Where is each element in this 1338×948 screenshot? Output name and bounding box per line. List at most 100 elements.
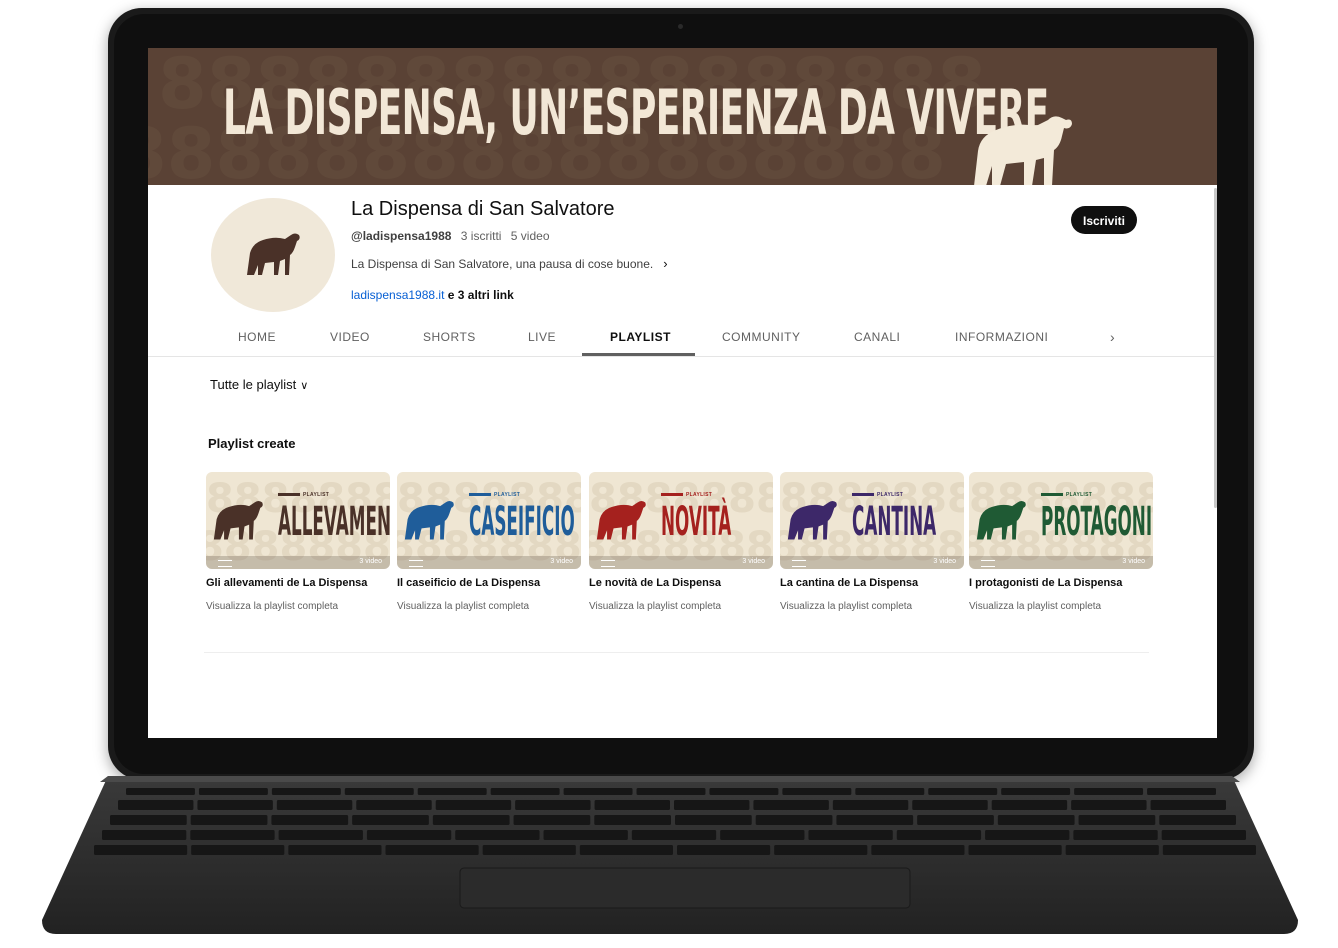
chevron-right-icon[interactable]: › — [1110, 329, 1115, 345]
thumbnail-title: ALLEVAMENTI — [278, 499, 390, 545]
keyboard-key — [482, 845, 576, 855]
keyboard-key — [1150, 800, 1226, 810]
playlist-card[interactable]: 88888888888888888888PLAYLISTNOVITÀ3 vide… — [589, 472, 773, 612]
playlist-thumbnail[interactable]: 88888888888888888888PLAYLISTPROTAGONISTI… — [969, 472, 1153, 569]
chevron-right-icon: › — [663, 256, 668, 271]
keyboard-key — [1065, 845, 1159, 855]
thumbnail-title: CANTINA — [852, 499, 937, 545]
keyboard-key — [755, 815, 833, 825]
playlist-overlay: 3 video — [397, 556, 581, 569]
channel-name: La Dispensa di San Salvatore — [351, 198, 615, 220]
more-links[interactable]: e 3 altri link — [448, 288, 514, 302]
channel-avatar[interactable] — [211, 198, 335, 312]
keyboard-key — [968, 845, 1062, 855]
website-link[interactable]: ladispensa1988.it — [351, 288, 444, 302]
channel-tabs: HOME VIDEO SHORTS LIVE PLAYLIST COMMUNIT… — [148, 322, 1217, 357]
keyboard-key — [435, 800, 512, 810]
playlist-card[interactable]: 88888888888888888888PLAYLISTCASEIFICIO3 … — [397, 472, 581, 612]
keyboard-key — [276, 800, 353, 810]
scrollbar[interactable] — [1214, 188, 1217, 508]
keyboard-key — [490, 788, 560, 795]
keyboard-key — [753, 800, 829, 810]
section-title: Playlist create — [208, 436, 296, 451]
playlist-tag: PLAYLIST — [852, 492, 903, 498]
channel-description[interactable]: La Dispensa di San Salvatore, una pausa … — [351, 256, 668, 271]
playlist-thumbnail[interactable]: 88888888888888888888PLAYLISTCASEIFICIO3 … — [397, 472, 581, 569]
keyboard-key — [636, 788, 706, 795]
active-tab-indicator — [582, 353, 695, 356]
keyboard-key — [997, 815, 1075, 825]
view-full-playlist-link[interactable]: Visualizza la playlist completa — [397, 601, 581, 612]
keyboard-key — [543, 830, 628, 840]
keyboard-key — [385, 845, 479, 855]
keyboard-key — [432, 815, 510, 825]
keyboard-key — [855, 788, 925, 795]
keyboard-key — [271, 788, 341, 795]
playlist-tag: PLAYLIST — [1041, 492, 1092, 498]
tab-informazioni[interactable]: INFORMAZIONI — [955, 330, 1048, 344]
keyboard-key — [808, 830, 893, 840]
thumbnail-title: CASEIFICIO — [469, 499, 575, 545]
keyboard-key — [197, 800, 273, 810]
video-count: 3 video — [1122, 558, 1145, 565]
tab-video[interactable]: VIDEO — [330, 330, 370, 344]
playlist-thumbnail[interactable]: 88888888888888888888PLAYLISTCANTINA3 vid… — [780, 472, 964, 569]
buffalo-icon — [247, 233, 300, 275]
keyboard-key — [513, 815, 591, 825]
keyboard-key — [1074, 788, 1144, 795]
divider — [204, 652, 1149, 653]
buffalo-icon — [787, 500, 837, 540]
tab-shorts[interactable]: SHORTS — [423, 330, 476, 344]
tab-live[interactable]: LIVE — [528, 330, 556, 344]
view-full-playlist-link[interactable]: Visualizza la playlist completa — [589, 601, 773, 612]
buffalo-icon — [976, 500, 1026, 540]
keyboard-key — [352, 815, 429, 825]
keyboard-key — [674, 800, 750, 810]
keyboard-key — [1147, 788, 1216, 795]
keyboard-key — [417, 788, 487, 795]
playlist-card[interactable]: 88888888888888888888PLAYLISTCANTINA3 vid… — [780, 472, 964, 612]
keyboard-key — [366, 830, 452, 840]
playlist-overlay: 3 video — [589, 556, 773, 569]
playlist-title[interactable]: La cantina de La Dispensa — [780, 577, 964, 589]
playlist-filter-dropdown[interactable]: Tutte le playlist ∨ — [210, 377, 308, 392]
tab-community[interactable]: COMMUNITY — [722, 330, 801, 344]
subscribe-button[interactable]: Iscriviti — [1071, 206, 1137, 234]
playlist-overlay: 3 video — [206, 556, 390, 569]
playlist-card[interactable]: 88888888888888888888PLAYLISTPROTAGONISTI… — [969, 472, 1153, 612]
playlist-thumbnail[interactable]: 88888888888888888888PLAYLISTNOVITÀ3 vide… — [589, 472, 773, 569]
keyboard-key — [356, 800, 432, 810]
keyboard-key — [1073, 830, 1158, 840]
playlist-card[interactable]: 88888888888888888888PLAYLISTALLEVAMENTI3… — [206, 472, 390, 612]
tab-canali[interactable]: CANALI — [854, 330, 900, 344]
keyboard-graphic — [42, 776, 1298, 934]
keyboard-key — [1001, 788, 1071, 795]
keyboard-cover — [40, 770, 1300, 938]
keyboard-key — [675, 815, 752, 825]
keyboard-key — [836, 815, 914, 825]
video-count: 3 video — [742, 558, 765, 565]
playlist-title[interactable]: Gli allevamenti de La Dispensa — [206, 577, 390, 589]
channel-links: ladispensa1988.it e 3 altri link — [351, 288, 514, 302]
keyboard-key — [1071, 800, 1147, 810]
playlist-title[interactable]: Il caseificio de La Dispensa — [397, 577, 581, 589]
view-full-playlist-link[interactable]: Visualizza la playlist completa — [969, 601, 1153, 612]
keyboard-key — [563, 788, 633, 795]
keyboard-key — [1159, 815, 1236, 825]
playlist-thumbnail[interactable]: 88888888888888888888PLAYLISTALLEVAMENTI3… — [206, 472, 390, 569]
keyboard-key — [198, 788, 268, 795]
buffalo-icon — [596, 500, 646, 540]
keyboard-key — [455, 830, 540, 840]
playlist-title[interactable]: I protagonisti de La Dispensa — [969, 577, 1153, 589]
keyboard-key — [118, 800, 194, 810]
playlist-icon — [218, 560, 232, 567]
thumbnail-title: PROTAGONISTI — [1041, 499, 1153, 545]
tab-home[interactable]: HOME — [238, 330, 276, 344]
keyboard-key — [1078, 815, 1156, 825]
tab-playlist[interactable]: PLAYLIST — [610, 330, 671, 344]
playlist-title[interactable]: Le novità de La Dispensa — [589, 577, 773, 589]
tablet-device: 88888888888888888 88888888888888888 LA D… — [108, 8, 1254, 780]
youtube-channel-page: 88888888888888888 88888888888888888 LA D… — [148, 48, 1217, 738]
view-full-playlist-link[interactable]: Visualizza la playlist completa — [206, 601, 390, 612]
view-full-playlist-link[interactable]: Visualizza la playlist completa — [780, 601, 964, 612]
